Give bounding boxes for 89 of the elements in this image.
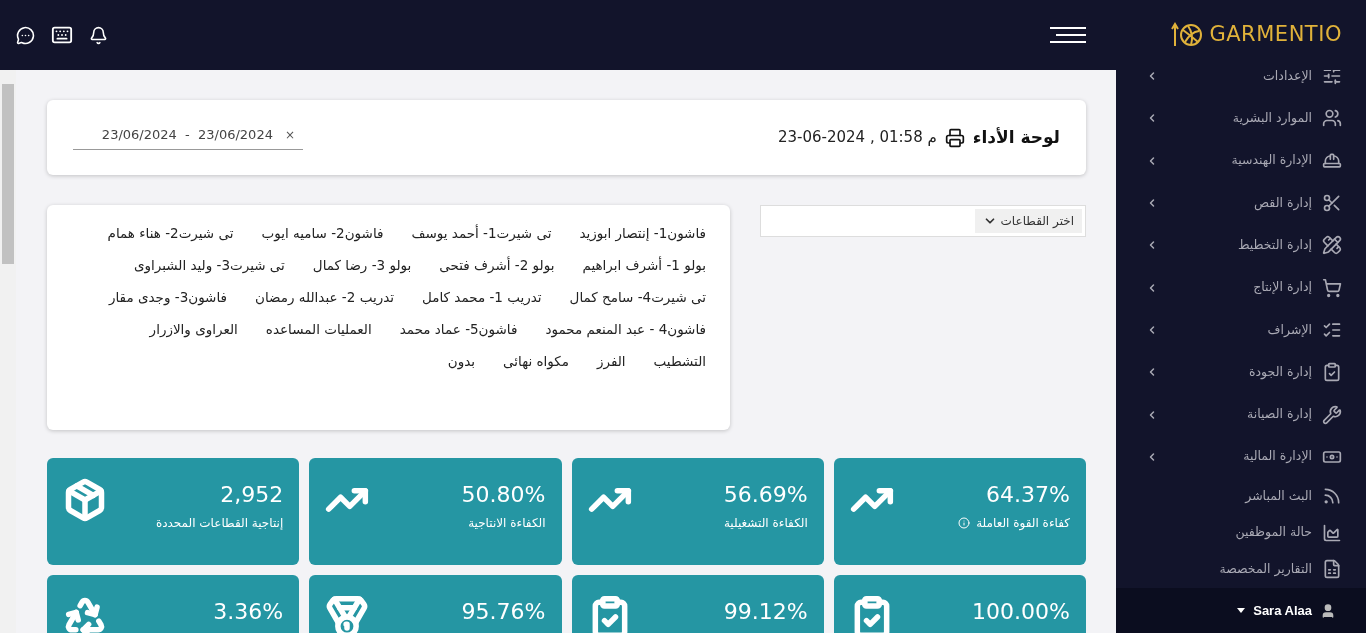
brand-name: GARMENTIO — [1209, 21, 1342, 49]
sidebar-label: إدارة الإنتاج — [1253, 278, 1312, 297]
stat-value: 2,952 — [220, 482, 284, 508]
sidebar-item[interactable]: إدارة الصيانة — [1116, 393, 1366, 436]
page-title: لوحة الأداء — [972, 125, 1060, 149]
sidebar-label: حالة الموظفين — [1235, 523, 1312, 542]
sector-name: مكواه نهائى — [503, 352, 569, 372]
user-menu[interactable]: Sara Alaa — [1116, 588, 1366, 633]
sidebar-item[interactable]: التقارير المخصصة — [1116, 550, 1366, 588]
stat-value: 3.36% — [213, 599, 284, 625]
recycle-icon — [63, 595, 107, 633]
sector-name: تى شيرت3- وليد الشبراوى — [133, 256, 285, 276]
stat-value: 95.76% — [461, 599, 546, 625]
stat-label: كفاءة القوة العاملة — [976, 515, 1070, 532]
stat-value: 100.00% — [972, 599, 1070, 625]
sectors-select[interactable]: اختر القطاعات — [760, 205, 1086, 237]
sector-name: بولو 1- أشرف ابراهيم — [582, 255, 706, 276]
sidebar-item[interactable]: الإدارة المالية — [1116, 435, 1366, 478]
sidebar-item[interactable]: الإدارة الهندسية — [1116, 139, 1366, 182]
sector-name: بولو 2- أشرف فتحى — [439, 255, 555, 276]
sidebar-item[interactable]: الإعدادات — [1116, 70, 1366, 98]
menu-icon[interactable] — [1050, 27, 1086, 43]
sidebar-item[interactable]: الموارد البشرية — [1116, 97, 1366, 140]
stat-value: 99.12% — [723, 599, 808, 625]
sidebar-label: الموارد البشرية — [1232, 109, 1312, 128]
sidebar-label: الإدارة المالية — [1243, 447, 1312, 466]
sidebar-label: إدارة الصيانة — [1247, 405, 1312, 424]
sidebar-label: إدارة التخطيط — [1237, 235, 1312, 255]
area-chart-icon — [1322, 522, 1342, 543]
print-icon[interactable] — [944, 127, 965, 148]
scrollbar[interactable] — [0, 70, 16, 633]
keyboard-icon[interactable] — [51, 24, 73, 46]
select-button[interactable]: اختر القطاعات — [974, 209, 1082, 233]
clipboard-check-icon — [1322, 362, 1342, 383]
date-range: 23/06/2024 - 23/06/2024 — [101, 126, 273, 145]
sidebar-item[interactable]: حالة الموظفين — [1116, 514, 1366, 551]
sidebar-item[interactable]: إدارة الجودة — [1116, 351, 1366, 394]
sidebar-item[interactable]: إدارة القص — [1116, 181, 1366, 225]
sector-name: تدريب 2- عبدالله رمضان — [255, 288, 394, 308]
sector-name: فاشون1- إنتصار ابوزيد — [579, 224, 706, 244]
sector-name: فاشون3- وجدى مقار — [108, 288, 227, 308]
sector-name: فاشون5- عماد محمد — [399, 320, 518, 340]
sector-name: تى شيرت1- أحمد يوسف — [411, 223, 552, 244]
sidebar-item[interactable]: إدارة التخطيط — [1116, 224, 1366, 267]
medal-icon — [325, 595, 370, 633]
sidebar-label: البث المباشر — [1245, 486, 1312, 505]
users-icon — [1322, 108, 1342, 129]
sidebar-label: الإدارة الهندسية — [1231, 151, 1312, 170]
box-icon — [63, 478, 107, 522]
stat-label: الكفاءة الانتاجية — [468, 515, 546, 532]
stat-value: 56.69% — [723, 482, 808, 508]
sector-name: تى شيرت2- هناء همام — [107, 224, 234, 243]
sector-name: تى شيرت4- سامح كمال — [569, 288, 706, 308]
sidebar-label: إدارة القص — [1254, 193, 1312, 213]
chat-icon[interactable] — [16, 25, 35, 45]
user-icon — [1320, 602, 1336, 619]
sliders-icon — [1322, 70, 1342, 87]
date-range-field[interactable]: × 23/06/2024 - 23/06/2024 — [73, 125, 303, 150]
date-time: 23-06-2024 , 01:58 م — [777, 127, 937, 149]
stat-value: 64.37% — [986, 482, 1070, 508]
tools-icon — [1322, 404, 1342, 425]
pencil-ruler-icon — [1322, 235, 1342, 256]
sector-name: العراوى والازرار — [149, 320, 238, 340]
stat-value: 50.80% — [461, 482, 546, 508]
stat-label: الكفاءة التشغيلية — [723, 515, 808, 532]
stat-label: إنتاجية القطاعات المحددة — [155, 515, 284, 532]
info-icon[interactable] — [958, 517, 971, 529]
user-name: Sara Alaa — [1253, 601, 1312, 620]
scissors-icon — [1322, 193, 1342, 214]
sidebar-item[interactable]: الإشراف — [1116, 308, 1366, 352]
sidebar-label: إدارة الجودة — [1249, 362, 1312, 382]
spreadsheet-file-icon — [1322, 559, 1342, 580]
sector-name: التشطيب — [653, 352, 706, 371]
caret-icon — [1237, 608, 1246, 613]
sector-name: فاشون2- ساميه ايوب — [261, 224, 384, 244]
sector-name: فاشون4 - عبد المنعم محمود — [545, 320, 706, 340]
sidebar-item[interactable]: إدارة الإنتاج — [1116, 266, 1366, 309]
sector-name: العمليات المساعده — [265, 320, 372, 339]
sidebar-label: الإشراف — [1267, 320, 1312, 339]
cart-icon — [1322, 277, 1342, 298]
sector-name: تدريب 1- محمد كامل — [422, 288, 542, 307]
sidebar-label: التقارير المخصصة — [1219, 559, 1312, 579]
sector-name: بولو 3- رضا كمال — [312, 256, 412, 276]
sidebar-item[interactable]: البث المباشر — [1116, 477, 1366, 515]
sector-name: الفرز — [596, 352, 626, 372]
sector-name: بدون — [447, 352, 476, 372]
sidebar-label: الإعدادات — [1263, 70, 1312, 85]
bell-icon[interactable] — [89, 25, 108, 45]
clear-button[interactable]: × — [284, 126, 295, 144]
